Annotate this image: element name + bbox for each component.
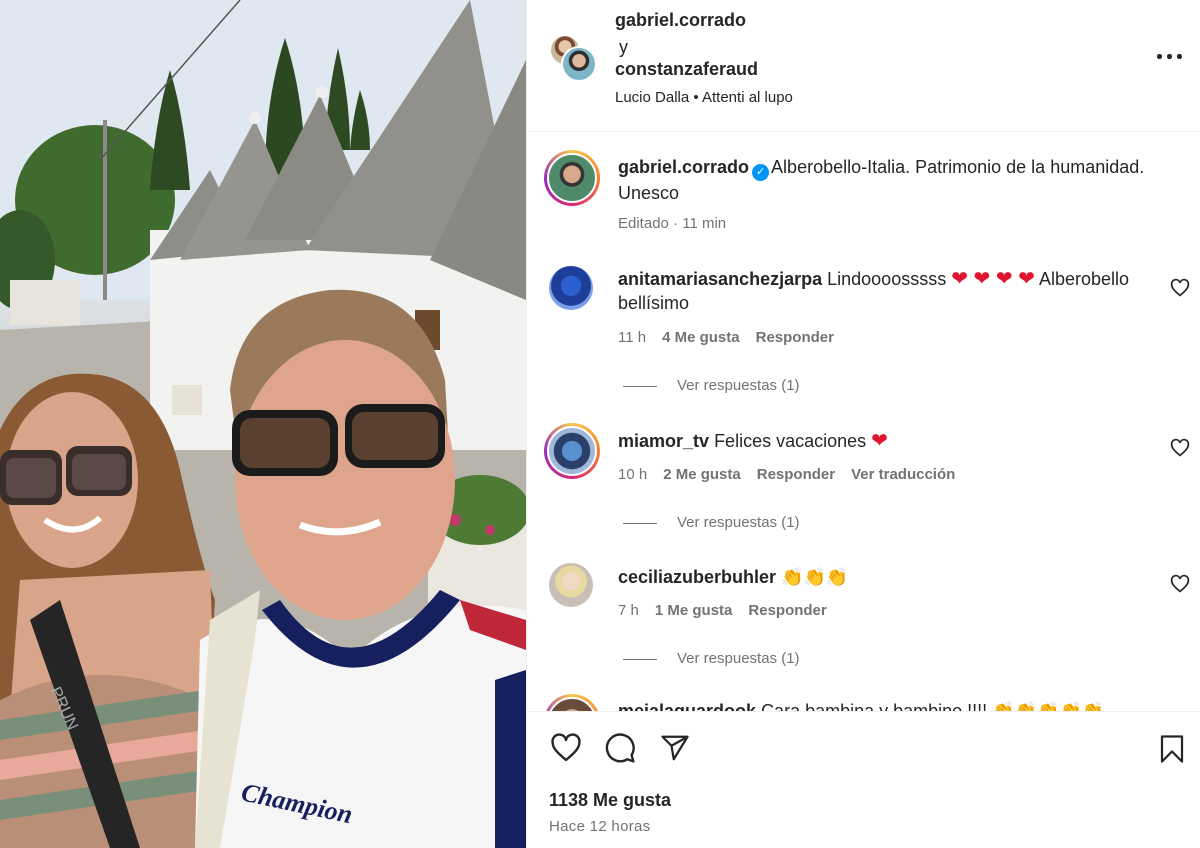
post-actions: 1138 Me gusta Hace 12 horas xyxy=(527,711,1200,848)
comment-avatar-ring[interactable] xyxy=(544,694,600,711)
comment-text: meialaguardook Cara bambina y bambino !!… xyxy=(618,699,1178,711)
reply-button[interactable]: Responder xyxy=(757,466,835,483)
like-heart-icon[interactable] xyxy=(549,732,583,764)
comment-username[interactable]: anitamariasanchezjarpa xyxy=(618,269,822,289)
collab-connector: y xyxy=(619,37,628,57)
comment-likes[interactable]: 4 Me gusta xyxy=(662,329,740,346)
avatar[interactable] xyxy=(547,153,597,203)
dot-icon xyxy=(1167,54,1172,59)
likes-count[interactable]: 1138 Me gusta xyxy=(549,790,671,811)
comment-meta: 11 h 4 Me gusta Responder xyxy=(618,329,834,346)
comment-username[interactable]: ceciliazuberbuhler xyxy=(618,567,776,587)
comment-time[interactable]: 11 h xyxy=(618,329,646,346)
comment-meta: 7 h 1 Me gusta Responder xyxy=(618,602,827,619)
comment-likes[interactable]: 2 Me gusta xyxy=(663,466,741,483)
avatar[interactable] xyxy=(549,563,593,607)
view-replies-button[interactable]: Ver respuestas (1) xyxy=(623,650,800,667)
caption-meta: Editado · 11 min xyxy=(618,215,727,232)
comment-avatar-ring[interactable] xyxy=(544,423,600,479)
avatar[interactable] xyxy=(561,46,597,82)
caption: gabriel.corrado ✓ Alberobello-Italia. Patr… xyxy=(618,155,1178,205)
comment-likes[interactable]: 1 Me gusta xyxy=(655,602,733,619)
reply-button[interactable]: Responder xyxy=(748,602,826,619)
collab-avatars[interactable] xyxy=(549,34,597,82)
avatar[interactable] xyxy=(547,697,597,711)
post-side-panel: gabriel.corrado y constanzaferaud Lucio … xyxy=(526,0,1200,848)
translate-button[interactable]: Ver traducción xyxy=(851,466,955,483)
audio-separator: • xyxy=(693,89,699,106)
collaborator-username[interactable]: constanzaferaud xyxy=(615,59,758,80)
comment-meta: 10 h 2 Me gusta Responder Ver traducción xyxy=(618,466,955,483)
comments-section[interactable]: gabriel.corrado ✓ Alberobello-Italia. Patr… xyxy=(527,133,1200,711)
share-send-icon[interactable] xyxy=(659,733,691,763)
comment-bubble-icon[interactable] xyxy=(604,732,636,764)
avatar[interactable] xyxy=(547,426,597,476)
heart-icon[interactable] xyxy=(1170,574,1190,594)
comment-text: miamor_tv Felices vacaciones ❤ xyxy=(618,429,1158,453)
heart-icon[interactable] xyxy=(1170,438,1190,458)
dot-icon xyxy=(1157,54,1162,59)
caption-avatar-ring[interactable] xyxy=(544,150,600,206)
view-replies-button[interactable]: Ver respuestas (1) xyxy=(623,377,800,394)
comment-time[interactable]: 7 h xyxy=(618,602,639,619)
view-replies-button[interactable]: Ver respuestas (1) xyxy=(623,514,800,531)
post-timestamp[interactable]: Hace 12 horas xyxy=(549,818,650,835)
avatar[interactable] xyxy=(549,266,593,310)
comment-text: ceciliazuberbuhler 👏👏👏 xyxy=(618,565,1158,589)
dot-icon xyxy=(1177,54,1182,59)
comment-body: Felices vacaciones xyxy=(714,431,867,451)
heart-emoji: ❤ xyxy=(871,430,888,452)
clap-emoji: 👏👏👏👏👏 xyxy=(992,701,1105,711)
more-options-button[interactable] xyxy=(1155,44,1185,68)
author-username[interactable]: gabriel.corrado xyxy=(615,10,746,31)
audio-attribution[interactable]: Lucio Dalla • Attenti al lupo xyxy=(615,89,793,106)
save-bookmark-icon[interactable] xyxy=(1159,734,1185,764)
comment-body: Cara bambina y bambino !!!! xyxy=(761,701,988,711)
comment-username[interactable]: meialaguardook xyxy=(618,701,756,711)
heart-icon[interactable] xyxy=(1170,278,1190,298)
audio-song[interactable]: Attenti al lupo xyxy=(702,89,793,106)
edited-label: Editado xyxy=(618,215,669,232)
verified-badge-icon: ✓ xyxy=(752,164,770,181)
comment-body: Lindoooosssss xyxy=(827,269,947,289)
clap-emoji: 👏👏👏 xyxy=(781,567,849,587)
comment-time[interactable]: 10 h xyxy=(618,466,647,483)
comment-username[interactable]: miamor_tv xyxy=(618,431,709,451)
caption-time[interactable]: 11 min xyxy=(682,215,726,232)
audio-artist[interactable]: Lucio Dalla xyxy=(615,89,689,106)
heart-emoji: ❤ ❤ ❤ ❤ xyxy=(951,268,1035,290)
post-photo: PRUN Champion xyxy=(0,0,526,848)
post-photo-illustration: PRUN Champion xyxy=(0,0,526,848)
comment-text: anitamariasanchezjarpa Lindoooosssss ❤ ❤… xyxy=(618,267,1158,315)
caption-username[interactable]: gabriel.corrado xyxy=(618,157,749,177)
post-header: gabriel.corrado y constanzaferaud Lucio … xyxy=(527,0,1200,132)
reply-button[interactable]: Responder xyxy=(756,329,834,346)
